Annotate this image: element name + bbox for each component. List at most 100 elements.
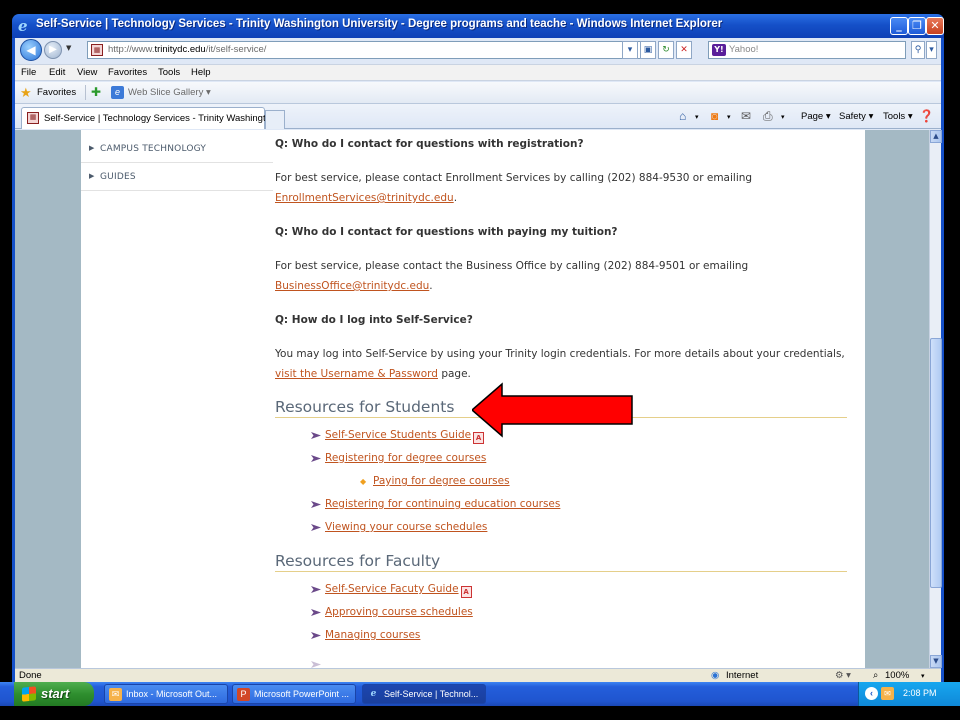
print-icon[interactable]: ⎙	[763, 109, 773, 124]
minimize-button[interactable]: _	[890, 17, 908, 35]
bullet-arrow-icon	[311, 609, 321, 616]
search-options-dropdown[interactable]: ▾	[926, 41, 937, 59]
clock[interactable]: 2:08 PM	[903, 688, 937, 698]
viewing-course-schedules-link[interactable]: Viewing your course schedules	[325, 521, 487, 533]
help-icon[interactable]: ❓	[919, 109, 934, 123]
paying-degree-courses-link[interactable]: Paying for degree courses	[373, 475, 510, 487]
menu-tools[interactable]: Tools	[158, 67, 180, 78]
security-zone: Internet	[726, 670, 759, 681]
list-item: ◆ Paying for degree courses	[360, 475, 510, 487]
status-text: Done	[19, 670, 42, 681]
list-item: Registering for degree courses	[311, 452, 486, 464]
new-tab-button[interactable]	[265, 110, 285, 129]
close-button[interactable]: ✕	[926, 17, 944, 35]
username-password-link[interactable]: visit the Username & Password	[275, 368, 438, 380]
add-to-favorites-icon[interactable]: ✚	[91, 85, 101, 99]
registering-continuing-ed-link[interactable]: Registering for continuing education cou…	[325, 498, 560, 510]
protected-mode-icon[interactable]: ⚙ ▾	[835, 670, 851, 681]
read-mail-icon[interactable]: ✉	[741, 109, 751, 123]
safety-menu[interactable]: Safety ▾	[839, 111, 873, 122]
vertical-scrollbar[interactable]: ▲ ▼	[929, 130, 942, 668]
windows-logo-icon	[22, 686, 36, 702]
students-guide-link[interactable]: Self-Service Students Guide	[325, 429, 471, 441]
recent-pages-dropdown[interactable]: ▼	[66, 44, 71, 52]
question-registration: Q: Who do I contact for questions with r…	[275, 138, 584, 150]
forward-button[interactable]: ▶	[44, 41, 62, 59]
refresh-icon[interactable]: ↻	[658, 41, 674, 59]
window-title-bar[interactable]: e Self-Service | Technology Services - T…	[12, 14, 944, 38]
task-outlook[interactable]: ✉ Inbox - Microsoft Out...	[104, 684, 228, 704]
tray-collapse-icon[interactable]: ‹	[865, 687, 878, 700]
maximize-button[interactable]: ❐	[908, 17, 926, 35]
answer-login: You may log into Self-Service by using y…	[275, 344, 845, 384]
answer-text: For best service, please contact the Bus…	[275, 260, 749, 272]
task-internet-explorer[interactable]: e Self-Service | Technol...	[362, 684, 486, 704]
approving-course-schedules-link[interactable]: Approving course schedules	[325, 606, 473, 618]
home-icon[interactable]: ⌂	[679, 109, 686, 123]
taskbar: start ✉ Inbox - Microsoft Out... P Micro…	[0, 682, 960, 706]
navigation-bar: ◀ ▶ ▼ ▦ http://www.trinitydc.edu/it/self…	[15, 38, 941, 62]
address-bar[interactable]: ▦ http://www.trinitydc.edu/it/self-servi…	[87, 41, 655, 59]
business-office-email-link[interactable]: BusinessOffice@trinitydc.edu	[275, 280, 429, 292]
web-slice-gallery-link[interactable]: Web Slice Gallery ▾	[128, 87, 211, 98]
favorites-bar: ★ Favorites ✚ e Web Slice Gallery ▾	[15, 82, 941, 104]
yahoo-icon: Y!	[712, 44, 726, 56]
list-item: Managing courses	[311, 629, 420, 641]
favorites-button[interactable]: Favorites	[37, 87, 76, 98]
menu-bar: File Edit View Favorites Tools Help	[15, 64, 941, 81]
managing-courses-link[interactable]: Managing courses	[325, 629, 420, 641]
menu-edit[interactable]: Edit	[49, 67, 65, 78]
url-prefix: http://www.	[108, 44, 155, 55]
registering-degree-courses-link[interactable]: Registering for degree courses	[325, 452, 486, 464]
ie-icon: e	[370, 689, 377, 699]
scroll-thumb[interactable]	[930, 338, 942, 588]
zoom-level[interactable]: 100%	[885, 670, 909, 681]
pdf-icon: A	[460, 586, 472, 598]
home-dropdown[interactable]: ▾	[695, 113, 699, 121]
scroll-down-button[interactable]: ▼	[930, 655, 942, 668]
menu-file[interactable]: File	[21, 67, 36, 78]
sidebar-item-guides[interactable]: ▶ GUIDES	[81, 164, 273, 191]
search-input[interactable]: Y! Yahoo!	[708, 41, 906, 59]
zoom-icon[interactable]: ⌕	[873, 670, 878, 681]
tools-menu[interactable]: Tools ▾	[883, 111, 913, 122]
page-menu[interactable]: Page ▾	[801, 111, 831, 122]
bullet-arrow-icon	[311, 432, 321, 439]
sidebar-arrow-icon: ▶	[89, 172, 95, 180]
print-dropdown[interactable]: ▾	[781, 113, 785, 121]
feeds-dropdown[interactable]: ▾	[727, 113, 731, 121]
zoom-dropdown[interactable]: ▾	[921, 672, 925, 680]
enrollment-email-link[interactable]: EnrollmentServices@trinitydc.edu	[275, 192, 454, 204]
address-dropdown-button[interactable]: ▾	[622, 41, 638, 59]
favorites-separator	[85, 85, 86, 100]
sidebar-item-campus-technology[interactable]: ▶ CAMPUS TECHNOLOGY	[81, 136, 273, 163]
bullet-arrow-icon	[311, 501, 321, 508]
task-powerpoint[interactable]: P Microsoft PowerPoint ...	[232, 684, 356, 704]
page-left-margin	[15, 130, 81, 668]
question-login: Q: How do I log into Self-Service?	[275, 314, 473, 326]
menu-view[interactable]: View	[77, 67, 97, 78]
answer-text: You may log into Self-Service by using y…	[275, 348, 845, 360]
stop-icon[interactable]: ✕	[676, 41, 692, 59]
favorites-star-icon[interactable]: ★	[20, 85, 32, 101]
tab-row: ▦ Self-Service | Technology Services - T…	[15, 104, 941, 129]
start-button[interactable]: start	[14, 682, 94, 706]
search-icon[interactable]: ⚲	[911, 41, 925, 59]
powerpoint-icon: P	[237, 688, 250, 701]
list-item: Approving course schedules	[311, 606, 473, 618]
menu-help[interactable]: Help	[191, 67, 211, 78]
tab-self-service[interactable]: ▦ Self-Service | Technology Services - T…	[21, 107, 279, 129]
outlook-tray-icon[interactable]: ✉	[881, 687, 894, 700]
url-domain: trinitydc.edu	[154, 44, 206, 55]
faculty-guide-link[interactable]: Self-Service Facuty Guide	[325, 583, 459, 595]
list-item: Self-Service Students Guide A	[311, 429, 485, 444]
menu-favorites[interactable]: Favorites	[108, 67, 147, 78]
feeds-icon[interactable]: ◙	[711, 109, 718, 123]
browser-window: ◀ ▶ ▼ ▦ http://www.trinitydc.edu/it/self…	[12, 38, 944, 682]
back-button[interactable]: ◀	[20, 39, 42, 61]
answer-end: .	[429, 280, 433, 292]
scroll-up-button[interactable]: ▲	[930, 130, 942, 143]
compatibility-view-icon[interactable]: ▣	[640, 41, 656, 59]
red-arrow-annotation	[472, 382, 633, 438]
answer-text: For best service, please contact Enrollm…	[275, 172, 753, 184]
